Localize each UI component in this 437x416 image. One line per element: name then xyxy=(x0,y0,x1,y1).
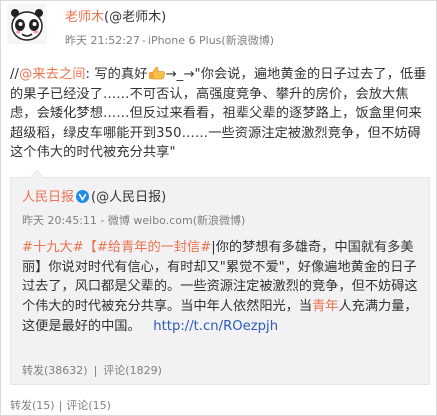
quoted-meta: 昨天 20:45:11 - 微博 weibo.com(新浪微博) xyxy=(22,214,245,228)
post-author: 老师木(@老师木) xyxy=(65,10,166,26)
quoted-author-nickname[interactable]: 人民日报 xyxy=(22,190,74,205)
meta-separator: - xyxy=(141,34,146,47)
post-text-part-1: : 写的真好 xyxy=(85,67,148,82)
quoted-actions: 转发(38632) | 评论(1829) xyxy=(22,362,168,378)
author-handle: (@老师木) xyxy=(104,10,167,25)
author-nickname[interactable]: 老师木 xyxy=(65,10,104,25)
panda-avatar-icon xyxy=(7,4,47,44)
post-actions: 转发(15) | 评论(15) xyxy=(10,397,115,413)
avatar[interactable] xyxy=(7,4,47,44)
post-meta: 昨天 21:52:27- iPhone 6 Plus(新浪微博) xyxy=(65,34,276,48)
comment-button[interactable]: 评论(15) xyxy=(66,399,111,412)
meta-separator: - xyxy=(96,214,108,227)
quoted-comment-button[interactable]: 评论(1829) xyxy=(103,364,162,377)
hashtag-letter-to-youth[interactable]: #给青年的一封信# xyxy=(97,240,211,255)
weibo-post-card: 老师木(@老师木) 昨天 21:52:27- iPhone 6 Plus(新浪微博… xyxy=(0,0,437,416)
post-time[interactable]: 昨天 21:52:27 xyxy=(65,34,140,47)
thumbs-up-icon xyxy=(148,66,165,80)
share-button[interactable]: 转发(15) xyxy=(10,399,55,412)
action-divider: | xyxy=(93,364,98,377)
mention-link[interactable]: @来去之间 xyxy=(19,67,85,82)
qingnian-link[interactable]: 青年 xyxy=(312,299,338,314)
quoted-author: 人民日报 (@人民日报) xyxy=(22,190,166,206)
quoted-source[interactable]: 微博 weibo.com(新浪微博) xyxy=(108,214,245,227)
quoted-text: #十九大#【#给青年的一封信#|你的梦想有多雄奇，中国就有多美丽】你说对时代有信… xyxy=(22,238,422,337)
post-source[interactable]: iPhone 6 Plus(新浪微博) xyxy=(148,34,274,47)
quoted-post: 人民日报 (@人民日报) 昨天 20:45:11 - 微博 weibo.com(新… xyxy=(10,170,430,385)
quote-arrow xyxy=(29,170,45,178)
short-url-link[interactable]: http://t.cn/ROezpjh xyxy=(153,319,278,334)
repost-prefix: // xyxy=(10,67,20,82)
bracket-open: 【 xyxy=(83,240,97,255)
verified-v-icon xyxy=(76,190,90,203)
quoted-share-button[interactable]: 转发(38632) xyxy=(22,364,88,377)
action-divider: | xyxy=(58,399,63,412)
quoted-author-handle: (@人民日报) xyxy=(91,190,167,205)
post-text: //@来去之间: 写的真好 →_→"你会说，遍地黄金的日子过去了，低垂的果子已经没… xyxy=(10,65,430,163)
hashtag-shijiuda[interactable]: #十九大# xyxy=(22,240,84,255)
quoted-time[interactable]: 昨天 20:45:11 xyxy=(22,214,97,227)
